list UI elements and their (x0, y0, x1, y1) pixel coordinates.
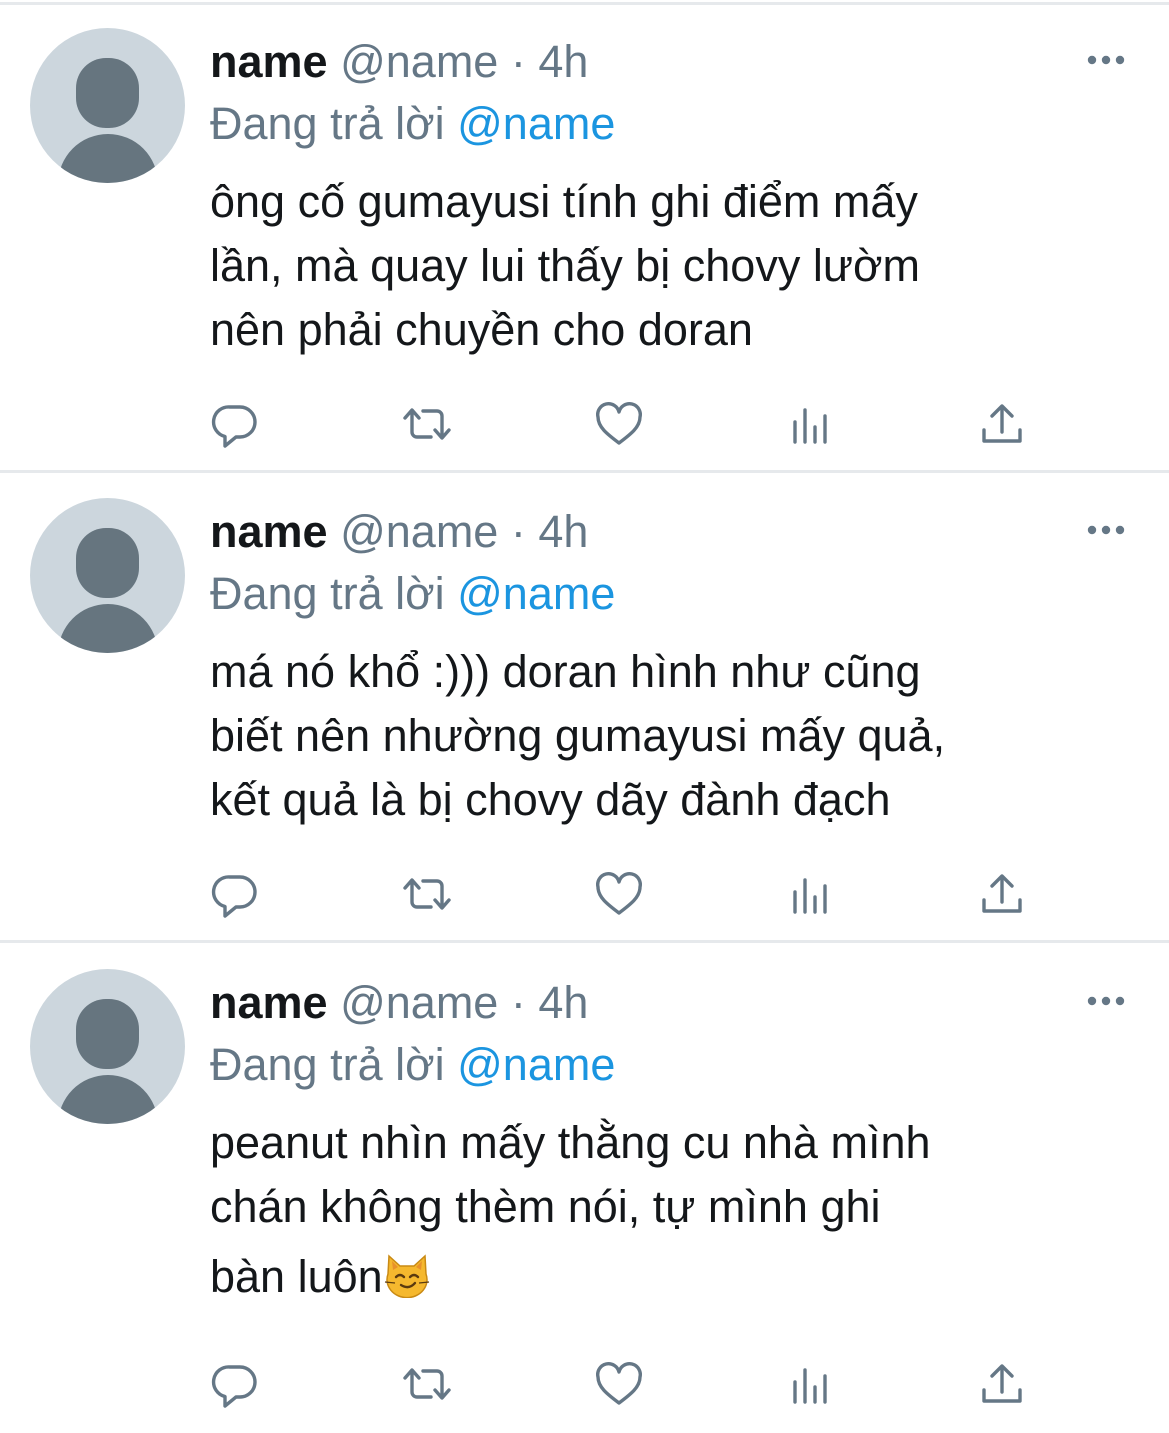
tweet-actions (0, 1356, 1169, 1412)
share-button[interactable] (974, 396, 1030, 452)
tweet-divider (0, 940, 1169, 943)
reply-mention-link[interactable]: @name (457, 1039, 615, 1090)
share-button[interactable] (974, 1356, 1030, 1412)
display-name[interactable]: name (210, 36, 328, 87)
tweet-actions (0, 866, 1169, 922)
tweet-header: name @name · 4h (210, 34, 588, 90)
top-divider (0, 2, 1169, 5)
analytics-button[interactable] (783, 396, 839, 452)
tweet-text: ông cố gumayusi tính ghi điểm mấy lần, m… (210, 170, 1130, 362)
separator-dot: · (510, 977, 526, 1028)
avatar-head-shape (76, 528, 139, 598)
tweet-header: name @name · 4h (210, 504, 588, 560)
avatar-body-shape (58, 604, 158, 653)
user-handle[interactable]: @name (340, 506, 498, 557)
tweet[interactable]: name @name · 4h Đang trả lời @name má nó… (0, 498, 1169, 942)
replying-to-label: Đang trả lời (210, 1039, 445, 1090)
separator-dot: · (510, 506, 526, 557)
more-options-icon[interactable] (1086, 524, 1126, 536)
avatar-head-shape (76, 999, 139, 1069)
retweet-button[interactable] (399, 1356, 455, 1412)
reply-button[interactable] (208, 866, 264, 922)
replying-to: Đang trả lời @name (210, 96, 615, 152)
separator-dot: · (510, 36, 526, 87)
display-name[interactable]: name (210, 506, 328, 557)
like-icon (596, 1362, 642, 1405)
tweet-text-line: biết nên nhường gumayusi mấy quả, (210, 710, 946, 761)
tweet-text-line: chán không thèm nói, tự mình ghi (210, 1181, 881, 1232)
tweet-text-line: nên phải chuyền cho doran (210, 304, 753, 355)
timestamp[interactable]: 4h (538, 506, 588, 557)
tweet[interactable]: name @name · 4h Đang trả lời @name ông c… (0, 28, 1169, 472)
share-button[interactable] (974, 866, 1030, 922)
replying-to: Đang trả lời @name (210, 1037, 615, 1093)
share-icon (982, 1364, 1022, 1403)
tweet-divider (0, 470, 1169, 473)
display-name[interactable]: name (210, 977, 328, 1028)
share-icon (982, 874, 1022, 913)
tweet-text-line: lần, mà quay lui thấy bị chovy lườm (210, 240, 920, 291)
user-handle[interactable]: @name (340, 977, 498, 1028)
replying-to-label: Đang trả lời (210, 568, 445, 619)
like-button[interactable] (591, 866, 647, 922)
retweet-button[interactable] (399, 866, 455, 922)
reply-icon (211, 405, 257, 448)
analytics-icon (793, 878, 827, 914)
reply-button[interactable] (208, 396, 264, 452)
tweet-text-line: bàn luôn (210, 1245, 1130, 1309)
tweet-text-line: peanut nhìn mấy thằng cu nhà mình (210, 1117, 931, 1168)
avatar[interactable] (30, 969, 185, 1124)
tweet[interactable]: name @name · 4h Đang trả lời @name peanu… (0, 969, 1169, 1429)
tweet-text-line: kết quả là bị chovy dãy đành đạch (210, 774, 891, 825)
share-icon (982, 404, 1022, 443)
reply-icon (211, 875, 257, 918)
replying-to-label: Đang trả lời (210, 98, 445, 149)
tweet-text-line-content: bàn luôn (210, 1251, 383, 1302)
tweet-header: name @name · 4h (210, 975, 588, 1031)
like-icon (596, 402, 642, 445)
smirking-cat-emoji-icon (384, 1254, 429, 1298)
reply-mention-link[interactable]: @name (457, 98, 615, 149)
retweet-button[interactable] (399, 396, 455, 452)
retweet-icon (403, 1368, 451, 1400)
analytics-icon (793, 408, 827, 444)
analytics-button[interactable] (783, 866, 839, 922)
avatar-body-shape (58, 134, 158, 183)
avatar-head-shape (76, 58, 139, 128)
reply-icon (211, 1365, 257, 1408)
reply-mention-link[interactable]: @name (457, 568, 615, 619)
analytics-button[interactable] (783, 1356, 839, 1412)
tweet-actions (0, 396, 1169, 452)
avatar[interactable] (30, 28, 185, 183)
tweet-text-line: má nó khổ :))) doran hình như cũng (210, 646, 921, 697)
retweet-icon (403, 878, 451, 910)
like-button[interactable] (591, 1356, 647, 1412)
replying-to: Đang trả lời @name (210, 566, 615, 622)
more-options-icon[interactable] (1086, 995, 1126, 1007)
timestamp[interactable]: 4h (538, 977, 588, 1028)
reply-button[interactable] (208, 1356, 264, 1412)
avatar-body-shape (58, 1075, 158, 1124)
analytics-icon (793, 1368, 827, 1404)
tweet-text: peanut nhìn mấy thằng cu nhà mình chán k… (210, 1111, 1130, 1309)
tweet-text: má nó khổ :))) doran hình như cũng biết … (210, 640, 1130, 832)
like-icon (596, 872, 642, 915)
user-handle[interactable]: @name (340, 36, 498, 87)
like-button[interactable] (591, 396, 647, 452)
retweet-icon (403, 408, 451, 440)
more-options-icon[interactable] (1086, 54, 1126, 66)
tweet-text-line: ông cố gumayusi tính ghi điểm mấy (210, 176, 918, 227)
avatar[interactable] (30, 498, 185, 653)
timestamp[interactable]: 4h (538, 36, 588, 87)
